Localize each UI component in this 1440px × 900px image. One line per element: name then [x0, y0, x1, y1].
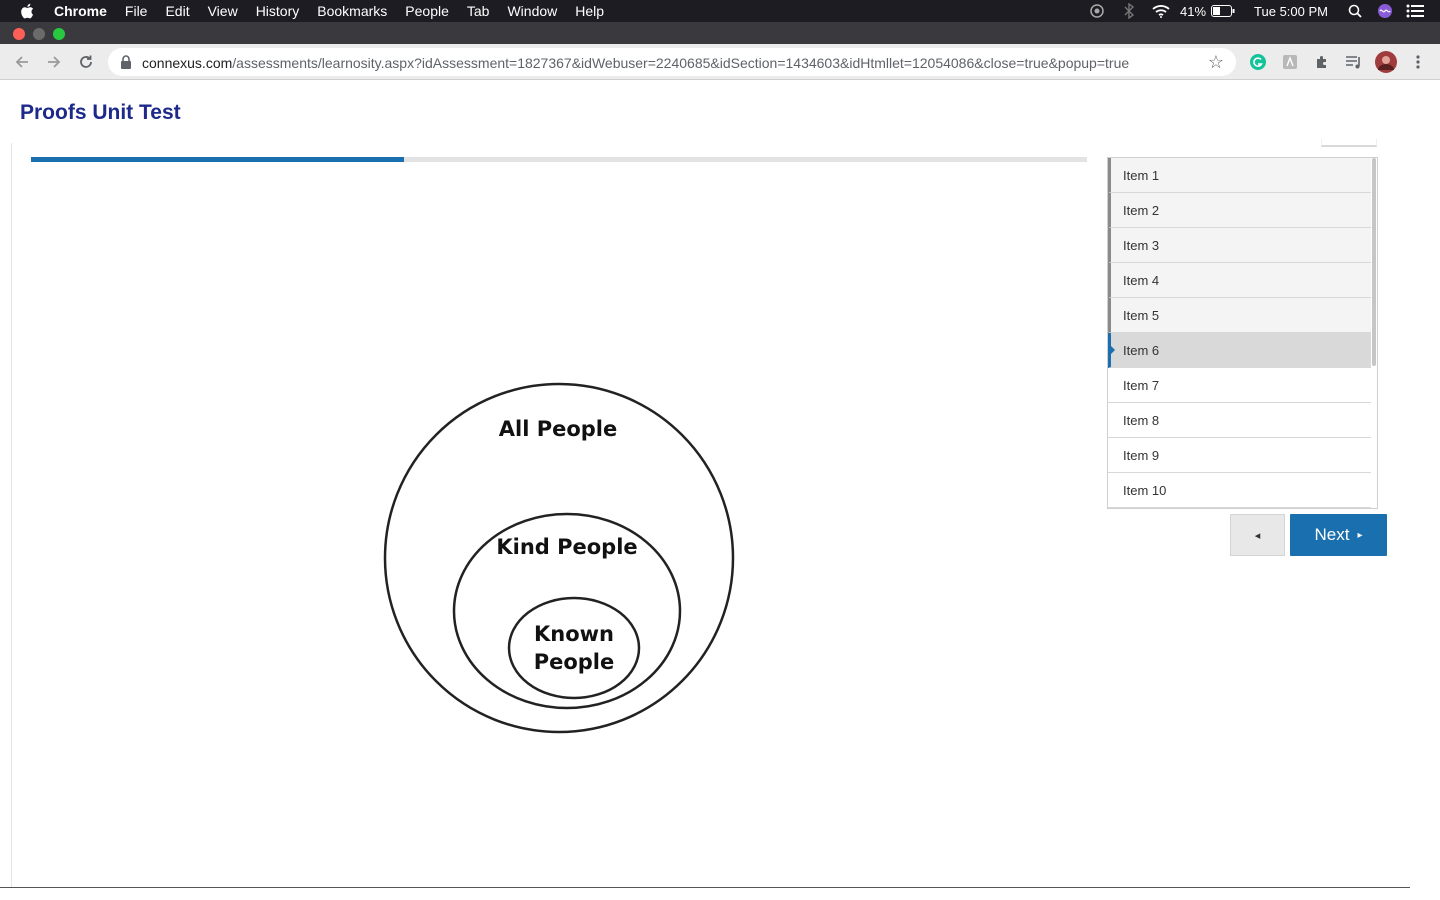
assessment-progress-bar [31, 157, 1087, 162]
spotlight-search-icon[interactable] [1346, 3, 1364, 19]
current-item-marker-icon [1110, 345, 1115, 355]
minimize-window-button[interactable] [33, 28, 45, 40]
status-area: 41% Tue 5:00 PM [1074, 0, 1440, 22]
menu-tab[interactable]: Tab [467, 3, 490, 19]
content-divider [11, 143, 12, 888]
media-queue-icon[interactable] [1344, 52, 1364, 72]
url-path: /assessments/learnosity.aspx?idAssessmen… [232, 55, 1130, 71]
close-window-button[interactable] [13, 28, 25, 40]
item-navigation-list: Item 1 Item 2 Item 3 Item 4 Item 5 Item 6 Item… [1107, 157, 1378, 509]
menu-window[interactable]: Window [507, 3, 557, 19]
previous-arrow-icon: ◂ [1254, 529, 1261, 542]
item-list-row[interactable]: Item 7 [1108, 368, 1372, 403]
menu-view[interactable]: View [208, 3, 238, 19]
next-button-label: Next [1314, 525, 1350, 544]
item-label: Item 2 [1123, 203, 1160, 218]
previous-button[interactable]: ◂ [1230, 514, 1285, 556]
known-people-circle [507, 596, 641, 700]
known-people-label-line1: Known [534, 622, 614, 646]
item-label: Item 8 [1123, 413, 1160, 428]
zoom-window-button[interactable] [53, 28, 65, 40]
bookmark-star-icon[interactable]: ☆ [1206, 52, 1226, 72]
menu-people[interactable]: People [405, 3, 449, 19]
item-list-row[interactable]: Item 5 [1108, 298, 1372, 333]
browser-toolbar: connexus.com/assessments/learnosity.aspx… [0, 44, 1440, 80]
item-list-row[interactable]: Item 1 [1108, 158, 1372, 193]
menu-edit[interactable]: Edit [165, 3, 189, 19]
page-title: Proofs Unit Test [20, 101, 181, 124]
all-people-label: All People [499, 417, 618, 441]
extensions-puzzle-icon[interactable] [1312, 52, 1332, 72]
item-list-row[interactable]: Item 3 [1108, 228, 1372, 263]
item-list-row[interactable]: Item 6 [1108, 333, 1372, 368]
venn-diagram: All People Kind People Known People [383, 382, 735, 734]
notification-center-icon[interactable] [1406, 3, 1424, 19]
forward-arrow-icon[interactable] [42, 50, 66, 74]
item-list-scrollbar[interactable] [1371, 158, 1377, 508]
item-label: Item 3 [1123, 238, 1160, 253]
item-list-row[interactable]: Item 8 [1108, 403, 1372, 438]
next-button[interactable]: Next ▸ [1290, 514, 1387, 556]
macos-menu-bar: Chrome File Edit View History Bookmarks … [0, 0, 1440, 22]
page-content: Proofs Unit Test All People Kind People … [0, 81, 1440, 900]
progress-fill [31, 157, 404, 162]
item-label: Item 1 [1123, 168, 1160, 183]
bluetooth-icon[interactable] [1120, 3, 1138, 19]
item-list-scroll-thumb[interactable] [1372, 158, 1376, 366]
wifi-icon[interactable] [1152, 3, 1170, 19]
next-arrow-icon: ▸ [1357, 529, 1363, 541]
menu-help[interactable]: Help [575, 3, 604, 19]
kind-people-label: Kind People [496, 535, 637, 559]
content-bottom-divider [0, 887, 1410, 888]
grammarly-extension-icon[interactable] [1248, 52, 1268, 72]
battery-percent: 41% [1180, 3, 1207, 19]
known-people-label-line2: People [534, 650, 615, 674]
menu-clock[interactable]: Tue 5:00 PM [1254, 4, 1328, 19]
reload-icon[interactable] [74, 50, 98, 74]
lock-icon[interactable] [120, 55, 132, 69]
profile-avatar[interactable] [1375, 51, 1397, 73]
address-bar[interactable]: connexus.com/assessments/learnosity.aspx… [108, 48, 1236, 76]
menu-app-chrome[interactable]: Chrome [54, 3, 107, 19]
window-title-strip [0, 22, 1440, 44]
item-list-row[interactable]: Item 4 [1108, 263, 1372, 298]
menu-history[interactable]: History [256, 3, 300, 19]
item-label: Item 7 [1123, 378, 1160, 393]
siri-icon[interactable] [1376, 3, 1394, 19]
menu-bookmarks[interactable]: Bookmarks [317, 3, 387, 19]
chrome-menu-icon[interactable] [1408, 52, 1428, 72]
item-label: Item 4 [1123, 273, 1160, 288]
item-label: Item 5 [1123, 308, 1160, 323]
panel-tab[interactable] [1321, 139, 1377, 147]
url-host: connexus.com [142, 55, 233, 71]
item-label: Item 10 [1123, 483, 1167, 498]
item-list-row[interactable]: Item 10 [1108, 473, 1372, 508]
item-label: Item 9 [1123, 448, 1160, 463]
back-arrow-icon[interactable] [10, 50, 34, 74]
screen-record-icon[interactable] [1088, 3, 1106, 19]
item-label: Item 6 [1123, 343, 1160, 358]
extension-icon[interactable] [1280, 52, 1300, 72]
item-list-row[interactable]: Item 9 [1108, 438, 1372, 473]
menu-file[interactable]: File [125, 3, 148, 19]
app-menus: Chrome File Edit View History Bookmarks … [54, 3, 622, 19]
apple-menu-icon[interactable] [20, 2, 36, 20]
item-list-row[interactable]: Item 2 [1108, 193, 1372, 228]
battery-icon[interactable] [1210, 3, 1236, 19]
url-text[interactable]: connexus.com/assessments/learnosity.aspx… [142, 55, 1129, 71]
